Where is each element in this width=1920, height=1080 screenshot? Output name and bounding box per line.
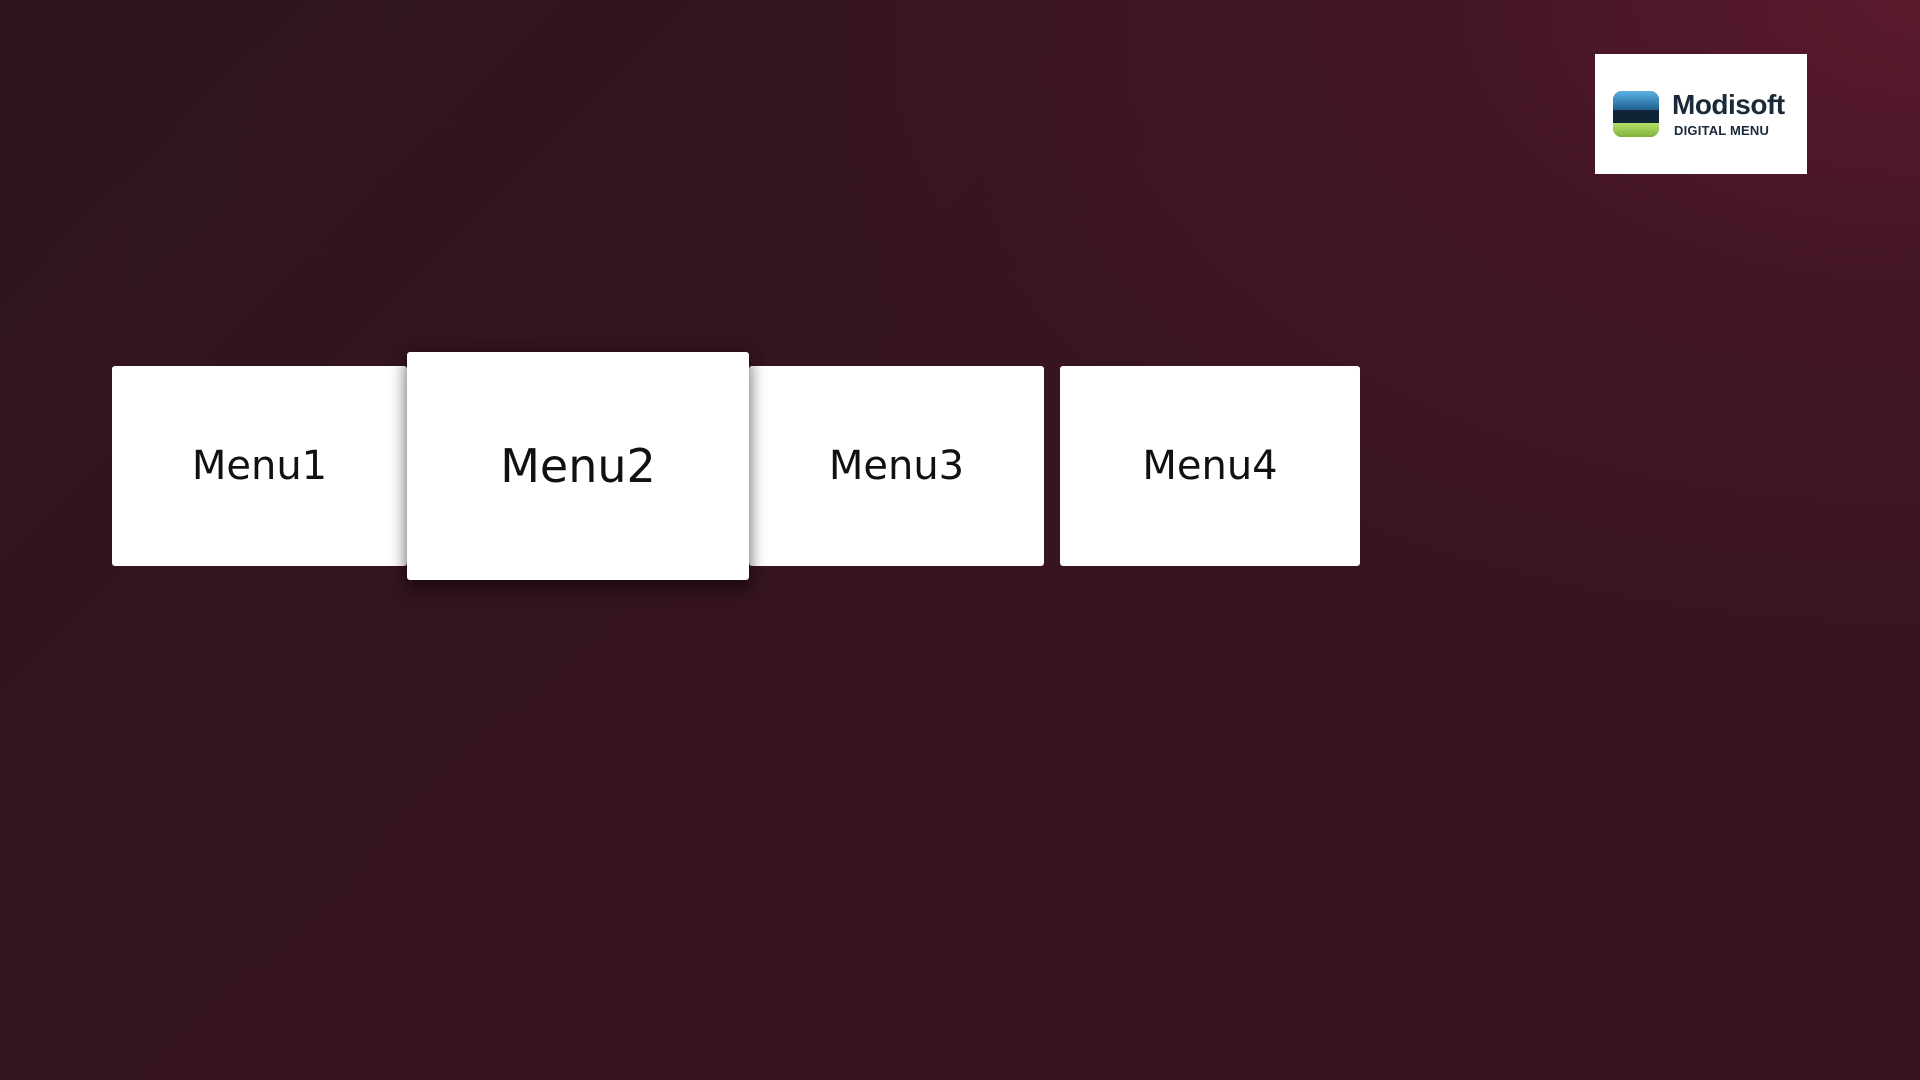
menu-label: Menu1 <box>191 443 328 489</box>
menu-label: Menu2 <box>500 439 656 493</box>
menu-card-3[interactable]: Menu3 <box>749 366 1044 566</box>
menu-list: Menu1 Menu3 Menu4 Menu2 <box>0 0 1920 1080</box>
menu-label: Menu4 <box>1142 443 1278 489</box>
menu-card-2-selected[interactable]: Menu2 <box>407 352 749 580</box>
menu-label: Menu3 <box>828 443 965 489</box>
menu-card-1[interactable]: Menu1 <box>112 366 407 566</box>
menu-card-4[interactable]: Menu4 <box>1060 366 1360 566</box>
